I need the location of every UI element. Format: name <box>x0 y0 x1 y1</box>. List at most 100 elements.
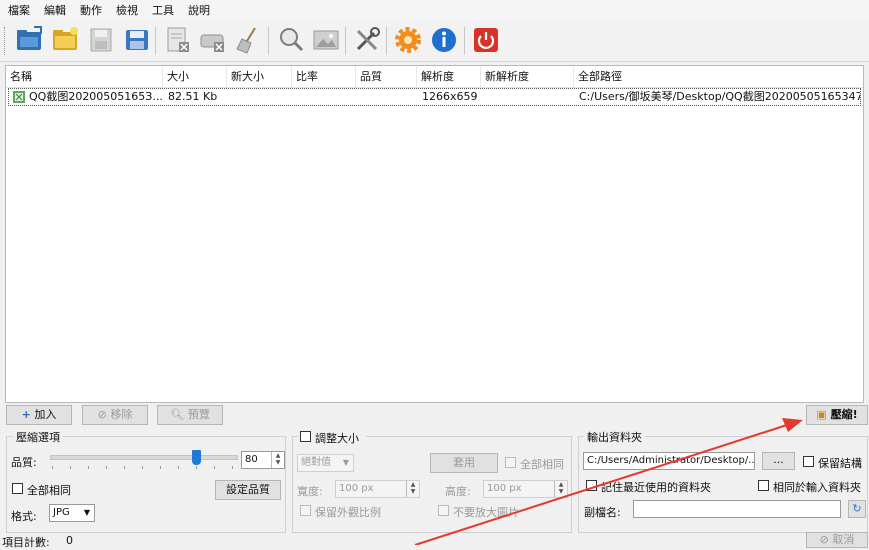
height-spinbox[interactable]: 100 px ▲ ▼ <box>483 480 568 498</box>
output-folder-title: 輸出資料夾 <box>584 429 645 445</box>
remove-button[interactable]: ⊘ 移除 <box>82 405 148 425</box>
preview-icon: 🔍︎ <box>170 408 185 421</box>
compress-icon: ▣ <box>816 408 827 421</box>
cancel-button[interactable]: ⊘ 取消 <box>806 532 868 548</box>
power-icon[interactable] <box>471 25 501 55</box>
item-count-value: 0 <box>66 534 73 547</box>
menu-tools[interactable]: 工具 <box>144 2 180 18</box>
column-quality[interactable]: 品質 <box>356 66 417 87</box>
resize-mode-select[interactable]: 絕對值 ▼ <box>297 454 354 472</box>
keep-structure-label: 保留結構 <box>818 457 862 470</box>
column-new-size[interactable]: 新大小 <box>227 66 292 87</box>
output-path-value: C:/Users/Administrator/Desktop/... <box>587 455 755 466</box>
settings-gear-icon[interactable] <box>393 25 423 55</box>
output-path-field[interactable]: C:/Users/Administrator/Desktop/... <box>583 452 755 470</box>
preview-button-label: 預覽 <box>187 408 210 421</box>
quality-label: 品質: <box>11 456 37 469</box>
row-new-resolution <box>486 89 576 105</box>
row-resolution: 1266x659 <box>422 90 478 103</box>
zoom-icon[interactable] <box>276 25 306 55</box>
broom-clear-icon[interactable] <box>233 25 263 55</box>
file-list[interactable]: 名稱 大小 新大小 比率 品質 解析度 新解析度 全部路徑 QQ截图202005… <box>5 65 864 403</box>
remove-button-label: 移除 <box>110 408 133 421</box>
column-ratio[interactable]: 比率 <box>292 66 356 87</box>
row-size: 82.51 Kb <box>168 90 218 103</box>
preview-button[interactable]: 🔍︎ 預覽 <box>157 405 223 425</box>
quality-spinbox[interactable]: 80 ▲ ▼ <box>241 451 285 469</box>
info-icon[interactable] <box>429 25 459 55</box>
resize-mode-value: 絕對值 <box>301 457 331 468</box>
suffix-field[interactable] <box>633 500 841 518</box>
tools-icon[interactable] <box>352 25 382 55</box>
remember-recent-checkbox[interactable] <box>586 480 597 491</box>
compression-options-title: 壓縮選項 <box>13 429 63 445</box>
open-folder-yellow-icon[interactable] <box>50 25 80 55</box>
row-name: QQ截图20200505165З... <box>29 90 163 103</box>
width-spin-arrows-icon[interactable]: ▲ ▼ <box>406 481 419 497</box>
save-blue-icon[interactable] <box>122 25 152 55</box>
width-spinbox[interactable]: 100 px ▲ ▼ <box>335 480 420 498</box>
format-value: JPG <box>53 507 70 518</box>
same-as-input-checkbox[interactable] <box>758 480 769 491</box>
table-row[interactable]: QQ截图20200505165З... 82.51 Kb 1266x659 C:… <box>8 88 861 106</box>
column-size[interactable]: 大小 <box>163 66 227 87</box>
chevron-down-icon: ▼ <box>342 458 349 467</box>
remember-recent-label: 記住最近使用的資料夾 <box>601 481 711 494</box>
column-resolution[interactable]: 解析度 <box>417 66 481 87</box>
compress-button-label: 壓縮! <box>830 408 858 421</box>
quality-spin-arrows-icon[interactable]: ▲ ▼ <box>271 452 284 468</box>
save-disabled-icon[interactable] <box>86 25 116 55</box>
menu-bar: 檔案 編輯 動作 檢視 工具 說明 <box>0 0 869 20</box>
resize-title: 調整大小 <box>315 432 359 445</box>
add-button[interactable]: + 加入 <box>6 405 72 425</box>
add-button-label: 加入 <box>34 408 57 421</box>
menu-edit[interactable]: 編輯 <box>36 2 72 18</box>
height-label: 高度: <box>445 485 471 498</box>
item-count-label: 項目計數: <box>2 536 50 549</box>
resize-all-same-checkbox[interactable] <box>505 457 516 468</box>
format-select[interactable]: JPG ▼ <box>49 504 95 522</box>
plus-icon: + <box>21 408 31 421</box>
resize-all-same-label: 全部相同 <box>520 458 564 471</box>
chevron-down-icon: ▼ <box>83 508 90 517</box>
menu-help[interactable]: 說明 <box>180 2 216 18</box>
suffix-label: 副檔名: <box>584 506 621 519</box>
width-label: 寬度: <box>297 485 323 498</box>
quality-slider-thumb[interactable] <box>192 450 201 465</box>
width-value: 100 px <box>339 483 374 494</box>
quality-value: 80 <box>245 454 258 465</box>
menu-action[interactable]: 動作 <box>72 2 108 18</box>
column-new-resolution[interactable]: 新解析度 <box>481 66 574 87</box>
image-preview-icon[interactable] <box>311 25 341 55</box>
row-full-path: C:/Users/御坂美琴/Desktop/QQ截图20200505165347… <box>579 90 860 103</box>
set-quality-button[interactable]: 設定品質 <box>215 480 281 500</box>
drive-remove-icon[interactable] <box>198 25 228 55</box>
refresh-icon[interactable]: ↻ <box>848 500 866 518</box>
keep-structure-checkbox[interactable] <box>803 456 814 467</box>
document-remove-icon[interactable] <box>163 25 193 55</box>
no-enlarge-checkbox[interactable] <box>438 505 449 516</box>
row-quality <box>361 89 419 105</box>
remove-icon: ⊘ <box>97 408 107 421</box>
image-file-icon <box>13 91 25 103</box>
column-name[interactable]: 名稱 <box>6 66 163 87</box>
menu-view[interactable]: 檢視 <box>108 2 144 18</box>
apply-resize-button[interactable]: 套用 <box>430 453 498 473</box>
toolbar <box>0 21 869 62</box>
all-same-quality-checkbox[interactable] <box>12 483 23 494</box>
format-label: 格式: <box>11 510 37 523</box>
column-full-path[interactable]: 全部路徑 <box>574 66 863 87</box>
height-value: 100 px <box>487 483 522 494</box>
menu-file[interactable]: 檔案 <box>0 2 36 18</box>
quality-slider[interactable] <box>50 450 238 470</box>
keep-ratio-label: 保留外觀比例 <box>315 506 381 519</box>
cancel-icon: ⊘ <box>819 533 829 546</box>
no-enlarge-label: 不要放大圖片 <box>453 506 519 519</box>
open-folder-blue-icon[interactable] <box>14 25 44 55</box>
compress-button[interactable]: ▣ 壓縮! <box>806 405 868 425</box>
browse-button[interactable]: ... <box>762 452 795 470</box>
file-list-header: 名稱 大小 新大小 比率 品質 解析度 新解析度 全部路徑 <box>6 66 863 88</box>
keep-ratio-checkbox[interactable] <box>300 505 311 516</box>
height-spin-arrows-icon[interactable]: ▲ ▼ <box>554 481 567 497</box>
resize-checkbox[interactable] <box>300 431 311 442</box>
